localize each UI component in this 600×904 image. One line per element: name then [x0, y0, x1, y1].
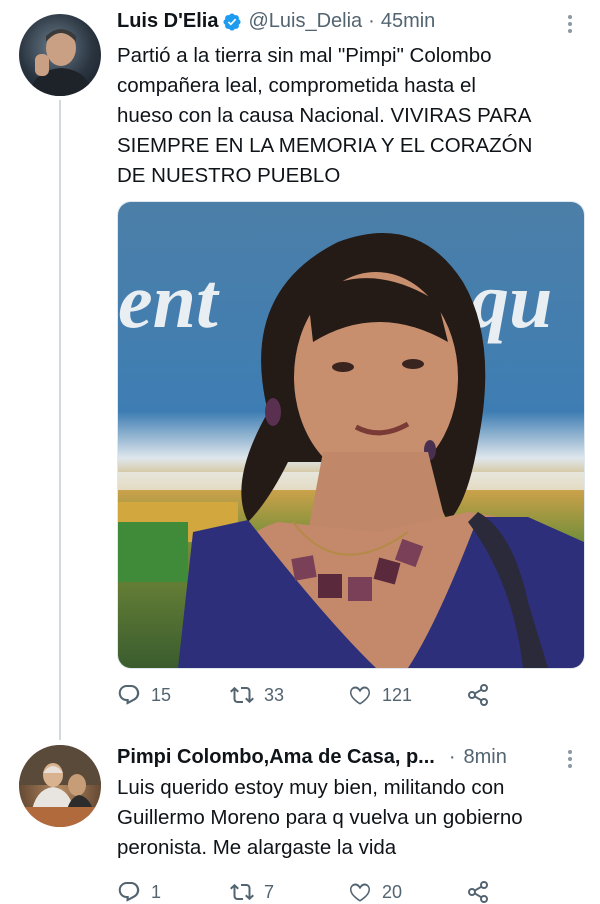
author-display-name[interactable]: Luis D'Elia — [117, 10, 218, 33]
more-options-icon[interactable] — [568, 747, 574, 771]
retweet-count: 7 — [264, 881, 275, 902]
retweet-button[interactable]: 7 — [230, 880, 348, 904]
tweet-actions: 1 7 20 — [117, 880, 500, 904]
author-avatar[interactable] — [19, 745, 101, 827]
share-button[interactable] — [466, 880, 500, 904]
tweet-photo[interactable]: ent qu — [117, 201, 585, 669]
tweet-header: Pimpi Colombo,Ama de Casa, p... · 8min — [117, 746, 507, 769]
tweet-text: Luis querido estoy muy bien, militando c… — [117, 776, 523, 859]
separator-dot: · — [368, 10, 375, 32]
author-display-name[interactable]: Pimpi Colombo,Ama de Casa, p... — [117, 746, 435, 769]
reply-icon — [118, 882, 140, 902]
retweet-count: 33 — [264, 684, 285, 705]
verified-badge-icon — [222, 12, 242, 32]
tweet-actions: 15 33 121 — [117, 683, 500, 707]
share-icon — [468, 881, 488, 903]
more-options-icon[interactable] — [568, 12, 574, 36]
reply-button[interactable]: 1 — [117, 880, 230, 904]
like-button[interactable]: 20 — [348, 880, 466, 904]
reply-count: 1 — [151, 881, 162, 902]
reply-icon — [118, 685, 140, 705]
like-icon — [349, 686, 371, 705]
reply-button[interactable]: 15 — [117, 683, 230, 707]
retweet-button[interactable]: 33 — [230, 683, 348, 707]
tweet-header: Luis D'Elia @Luis_Delia · 45min — [117, 10, 435, 33]
author-handle[interactable]: @Luis_Delia — [248, 10, 362, 33]
like-count: 20 — [382, 881, 403, 902]
author-avatar[interactable] — [19, 14, 101, 96]
tweet-text: Partió a la tierra sin mal "Pimpi" Colom… — [117, 44, 533, 187]
reply-count: 15 — [151, 684, 172, 705]
like-count: 121 — [382, 684, 413, 705]
banner-text-left: ent — [118, 257, 220, 344]
share-icon — [468, 684, 488, 706]
tweet-timestamp[interactable]: 45min — [381, 10, 435, 33]
retweet-icon — [230, 883, 254, 901]
like-button[interactable]: 121 — [348, 683, 466, 707]
tweet-timestamp[interactable]: 8min — [464, 746, 507, 769]
retweet-icon — [230, 686, 254, 704]
share-button[interactable] — [466, 683, 500, 707]
thread-connector-line — [59, 100, 61, 740]
separator-dot: · — [448, 746, 456, 768]
like-icon — [349, 883, 371, 902]
banner-text-right: qu — [470, 257, 552, 344]
